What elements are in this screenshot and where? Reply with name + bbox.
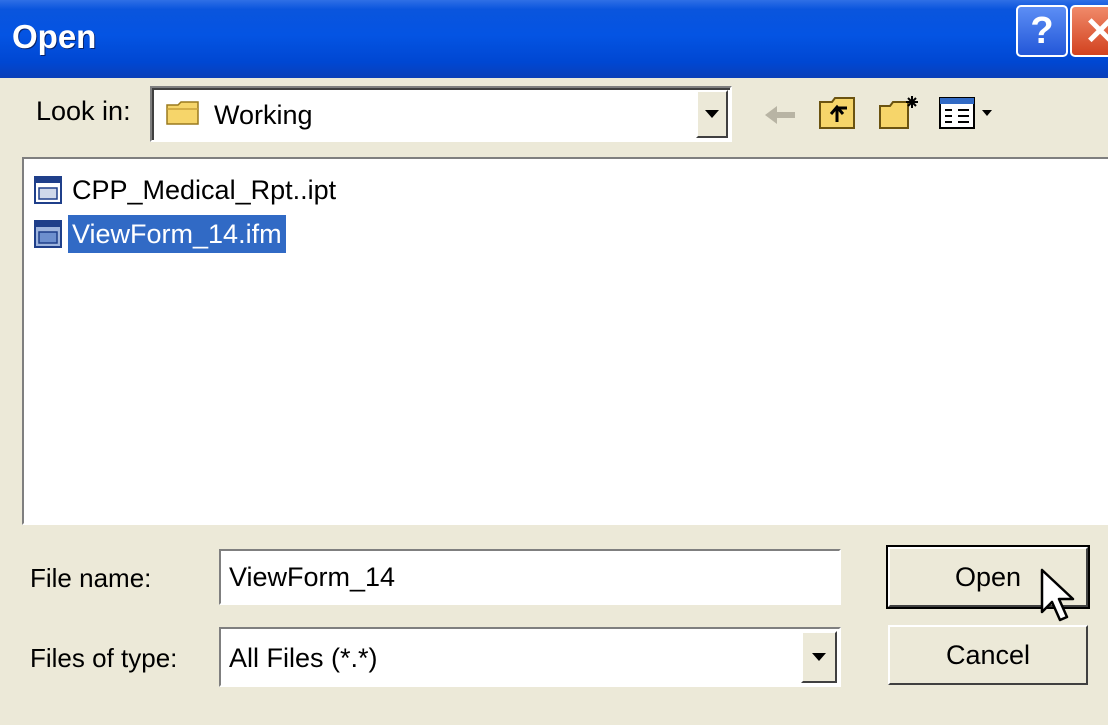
- file-type-dropdown[interactable]: All Files (*.*): [219, 627, 841, 687]
- chevron-down-icon: [705, 110, 719, 118]
- folder-icon: [166, 101, 199, 125]
- close-button[interactable]: ✕: [1070, 5, 1108, 57]
- list-item-selected[interactable]: ViewForm_14.ifm: [34, 215, 286, 253]
- form-file-icon: [34, 176, 62, 204]
- file-name: ViewForm_14.ifm: [68, 215, 286, 253]
- chevron-down-icon: [812, 653, 826, 661]
- file-list[interactable]: CPP_Medical_Rpt..ipt ViewForm_14.ifm: [22, 157, 1108, 525]
- cursor-icon: [1040, 568, 1075, 622]
- look-in-dropdown[interactable]: Working: [150, 86, 732, 142]
- view-menu-icon[interactable]: [938, 94, 1000, 132]
- file-type-label: Files of type:: [30, 643, 178, 673]
- title-bar[interactable]: Open ? ✕: [0, 0, 1108, 78]
- window-title: Open: [12, 18, 97, 55]
- new-folder-icon[interactable]: [878, 94, 920, 132]
- file-name: CPP_Medical_Rpt..ipt: [72, 175, 337, 205]
- list-item[interactable]: CPP_Medical_Rpt..ipt: [34, 171, 340, 209]
- help-button[interactable]: ?: [1016, 5, 1068, 57]
- close-icon: ✕: [1084, 10, 1108, 53]
- look-in-dropdown-button[interactable]: [696, 90, 728, 138]
- file-type-dropdown-button[interactable]: [801, 631, 837, 683]
- file-type-value: All Files (*.*): [229, 643, 378, 673]
- back-arrow-icon[interactable]: [763, 104, 797, 126]
- help-icon: ?: [1030, 9, 1054, 52]
- file-name-value: ViewForm_14: [229, 562, 396, 592]
- form-file-icon: [34, 220, 62, 248]
- look-in-label: Look in:: [36, 96, 131, 126]
- up-folder-icon[interactable]: [818, 94, 858, 132]
- look-in-value: Working: [214, 100, 313, 130]
- file-name-label: File name:: [30, 563, 152, 593]
- file-name-field[interactable]: ViewForm_14: [219, 549, 841, 605]
- cancel-button[interactable]: Cancel: [888, 625, 1088, 685]
